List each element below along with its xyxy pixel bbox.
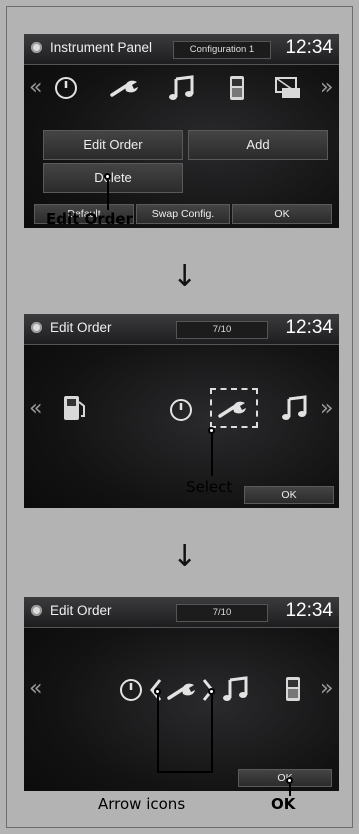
- callout-connector: [157, 771, 213, 773]
- header-bar: Instrument Panel Configuration 1 12:34: [24, 34, 339, 65]
- music-icon[interactable]: [222, 675, 250, 703]
- page-indicator: 7/10: [176, 321, 268, 339]
- ok-button[interactable]: OK: [244, 486, 334, 504]
- callout-pointer-ok: [286, 777, 293, 784]
- ok-button[interactable]: OK: [238, 769, 332, 787]
- edit-order-screen-arrows: Edit Order 7/10 12:34 « » OK: [24, 597, 339, 791]
- callout-pointer-right: [208, 688, 215, 695]
- clock: 12:34: [285, 600, 333, 621]
- header-bar: Edit Order 7/10 12:34: [24, 314, 339, 345]
- select-callout: Select: [186, 478, 233, 496]
- clock: 12:34: [285, 37, 333, 58]
- ok-callout: OK: [271, 795, 296, 813]
- callout-pointer-left: [154, 688, 161, 695]
- wrench-icon[interactable]: [218, 399, 248, 419]
- speedometer-icon[interactable]: [169, 398, 193, 422]
- wrench-icon[interactable]: [167, 681, 197, 701]
- callout-line: [211, 434, 213, 476]
- swap-config-button[interactable]: Swap Config.: [136, 204, 230, 224]
- callout-line: [107, 180, 109, 210]
- delete-button[interactable]: Delete: [43, 163, 183, 193]
- callout-line-right: [211, 695, 213, 773]
- configuration-label[interactable]: Configuration 1: [173, 41, 271, 59]
- scroll-left-arrow-icon[interactable]: «: [29, 678, 42, 700]
- scroll-right-arrow-icon[interactable]: »: [320, 77, 333, 99]
- scroll-right-arrow-icon[interactable]: »: [320, 678, 333, 700]
- wrench-icon[interactable]: [110, 78, 140, 98]
- callout-pointer: [208, 427, 215, 434]
- scroll-right-arrow-icon[interactable]: »: [320, 398, 333, 420]
- callout-line-left: [157, 695, 159, 773]
- down-arrow-icon: ↓: [172, 259, 198, 294]
- settings-icon: [31, 322, 42, 333]
- audio-display-icon[interactable]: [274, 76, 302, 100]
- header-bar: Edit Order 7/10 12:34: [24, 597, 339, 628]
- callout-pointer: [104, 173, 111, 180]
- music-icon[interactable]: [168, 74, 196, 102]
- screen-title: Instrument Panel: [50, 40, 153, 55]
- speedometer-icon[interactable]: [54, 76, 78, 100]
- add-button[interactable]: Add: [188, 130, 328, 160]
- scroll-left-arrow-icon[interactable]: «: [29, 77, 42, 99]
- instrument-panel-screen: Instrument Panel Configuration 1 12:34 «…: [24, 34, 339, 228]
- scroll-left-arrow-icon[interactable]: «: [29, 398, 42, 420]
- edit-order-screen: Edit Order 7/10 12:34 « » OK: [24, 314, 339, 508]
- ok-button[interactable]: OK: [232, 204, 332, 224]
- settings-icon: [31, 42, 42, 53]
- clock: 12:34: [285, 317, 333, 338]
- screen-title: Edit Order: [50, 603, 112, 618]
- speedometer-icon[interactable]: [119, 678, 143, 702]
- settings-icon: [31, 605, 42, 616]
- down-arrow-icon: ↓: [172, 539, 198, 574]
- phone-icon[interactable]: [285, 676, 301, 702]
- page-indicator: 7/10: [176, 604, 268, 622]
- edit-order-callout: Edit Order: [46, 210, 133, 228]
- phone-icon[interactable]: [229, 75, 245, 101]
- music-icon[interactable]: [281, 394, 309, 422]
- fuel-economy-icon[interactable]: [62, 394, 88, 424]
- arrow-icons-callout: Arrow icons: [98, 795, 186, 813]
- edit-order-button[interactable]: Edit Order: [43, 130, 183, 160]
- screen-title: Edit Order: [50, 320, 112, 335]
